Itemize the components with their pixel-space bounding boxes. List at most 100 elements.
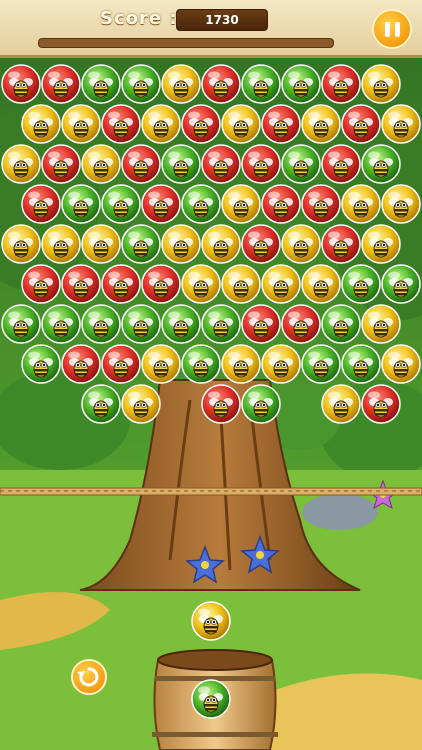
bubble-yellow — [361, 224, 401, 264]
bubble-yellow — [161, 64, 201, 104]
bubble-yellow — [141, 104, 181, 144]
bubble-red — [241, 144, 281, 184]
bubble-yellow — [381, 344, 421, 384]
next-bubble — [191, 679, 231, 719]
bubble-green — [281, 64, 321, 104]
bubble-red — [261, 104, 301, 144]
bubble-red — [41, 64, 81, 104]
bubble-red — [261, 184, 301, 224]
bubble-red — [41, 144, 81, 184]
bubble-yellow — [41, 224, 81, 264]
bubble-red — [21, 264, 61, 304]
bubble-green — [121, 224, 161, 264]
bubble-yellow — [201, 224, 241, 264]
bubble-yellow — [381, 184, 421, 224]
bubble-red — [321, 144, 361, 184]
bubble-red — [101, 264, 141, 304]
swap-bubble-button[interactable] — [71, 659, 107, 695]
bubble-yellow — [21, 104, 61, 144]
bubble-red — [141, 184, 181, 224]
bubble-green — [81, 384, 121, 424]
bubble-red — [61, 264, 101, 304]
bubble-red — [61, 344, 101, 384]
loaded-bubble — [191, 601, 231, 641]
score-value: 1730 — [176, 9, 268, 31]
bubble-yellow — [361, 64, 401, 104]
bubble-red — [281, 304, 321, 344]
bubble-yellow — [161, 224, 201, 264]
bubble-yellow — [261, 344, 301, 384]
bubble-red — [201, 384, 241, 424]
level-progress-bar — [38, 38, 334, 48]
bubble-green — [21, 344, 61, 384]
bubble-red — [341, 104, 381, 144]
bubble-red — [241, 224, 281, 264]
bubble-red — [181, 104, 221, 144]
bubble-green — [381, 264, 421, 304]
bubble-yellow — [381, 104, 421, 144]
bubble-yellow — [61, 104, 101, 144]
bubble-green — [101, 184, 141, 224]
bubble-yellow — [261, 264, 301, 304]
bubble-yellow — [1, 224, 41, 264]
bubble-green — [121, 304, 161, 344]
bubble-yellow — [81, 144, 121, 184]
bubble-yellow — [301, 104, 341, 144]
bubble-red — [101, 344, 141, 384]
bubble-green — [201, 304, 241, 344]
bubble-green — [241, 384, 281, 424]
bubble-yellow — [181, 264, 221, 304]
bubble-green — [321, 304, 361, 344]
bubble-green — [81, 304, 121, 344]
score-label: Score : — [100, 8, 178, 29]
pause-icon — [395, 22, 400, 37]
bubble-red — [321, 64, 361, 104]
bubble-green — [341, 344, 381, 384]
top-bar: Score : 1730 — [0, 0, 422, 58]
pause-icon — [385, 22, 390, 37]
bubble-green — [281, 144, 321, 184]
bubble-yellow — [221, 264, 261, 304]
bubble-green — [41, 304, 81, 344]
bubble-yellow — [361, 304, 401, 344]
bubble-red — [321, 224, 361, 264]
bubble-yellow — [341, 184, 381, 224]
bubble-green — [61, 184, 101, 224]
bubble-green — [161, 304, 201, 344]
bubble-yellow — [121, 384, 161, 424]
bubble-yellow — [281, 224, 321, 264]
bubble-yellow — [1, 144, 41, 184]
bubble-yellow — [221, 184, 261, 224]
bubble-green — [121, 64, 161, 104]
bubble-green — [181, 344, 221, 384]
bubble-green — [161, 144, 201, 184]
bubble-yellow — [301, 264, 341, 304]
bubble-red — [301, 184, 341, 224]
bubble-red — [141, 264, 181, 304]
pause-button[interactable] — [372, 9, 412, 49]
bubble-red — [101, 104, 141, 144]
bubble-red — [361, 384, 401, 424]
bubble-green — [241, 64, 281, 104]
bubble-yellow — [221, 344, 261, 384]
bubble-red — [241, 304, 281, 344]
bubble-red — [1, 64, 41, 104]
bubble-green — [1, 304, 41, 344]
deadline-rope — [0, 487, 422, 496]
bubble-green — [361, 144, 401, 184]
bubble-yellow — [221, 104, 261, 144]
swap-arrow-icon — [77, 667, 99, 687]
bubble-yellow — [141, 344, 181, 384]
bubble-green — [341, 264, 381, 304]
bubble-red — [21, 184, 61, 224]
bubble-green — [301, 344, 341, 384]
bubble-red — [201, 144, 241, 184]
bubble-red — [121, 144, 161, 184]
rock — [302, 494, 378, 530]
bubble-yellow — [81, 224, 121, 264]
bubble-green — [181, 184, 221, 224]
game-scene[interactable] — [0, 0, 422, 750]
bubble-red — [201, 64, 241, 104]
bubble-green — [81, 64, 121, 104]
bubble-yellow — [321, 384, 361, 424]
